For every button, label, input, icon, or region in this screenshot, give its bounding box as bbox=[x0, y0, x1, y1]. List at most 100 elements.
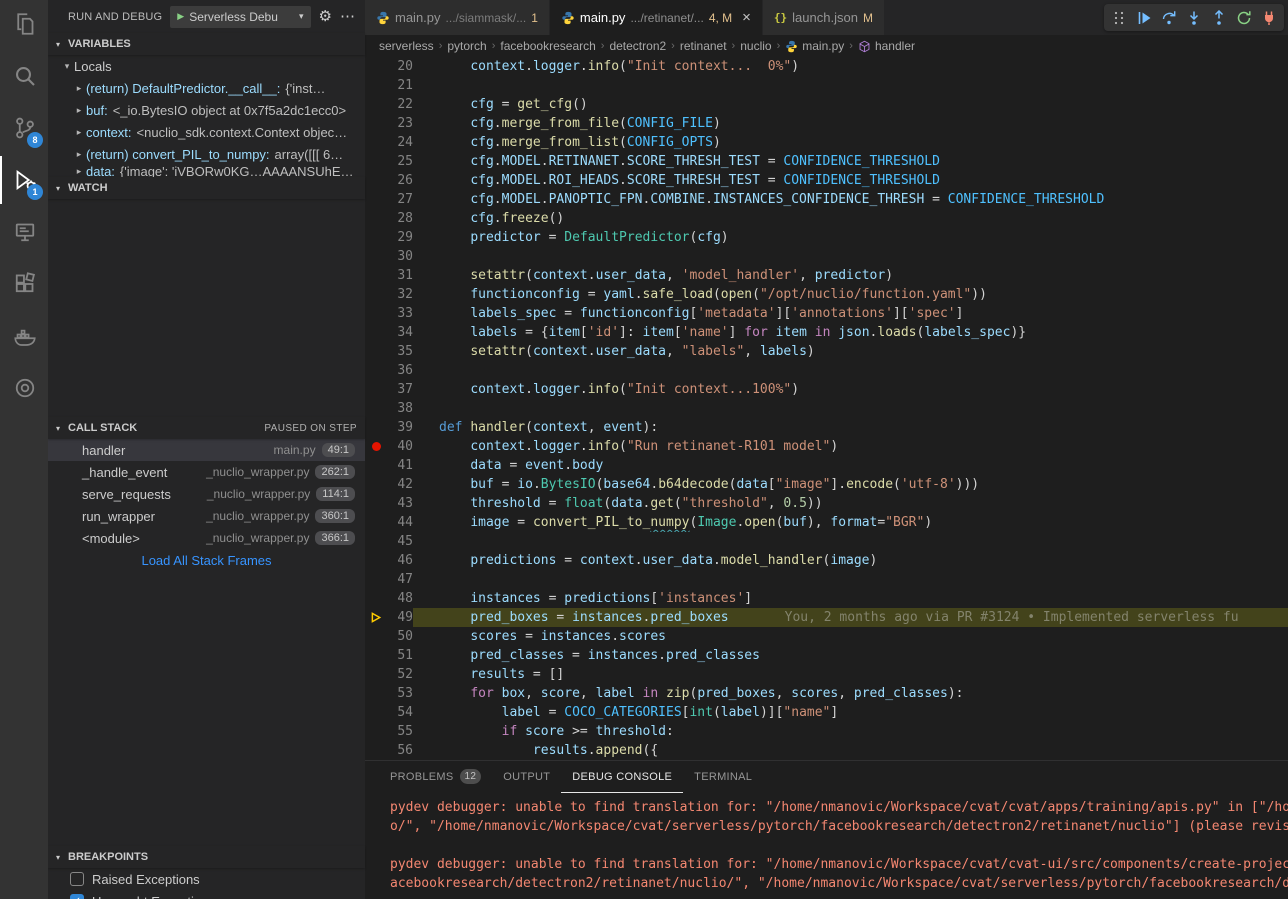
frame-position-badge: 49:1 bbox=[322, 443, 355, 457]
gear-icon[interactable]: ⚙ bbox=[319, 9, 332, 24]
code-line[interactable]: 21 bbox=[365, 76, 1288, 95]
breadcrumb-item[interactable]: pytorch bbox=[447, 39, 486, 53]
current-line-arrow-icon[interactable] bbox=[365, 608, 387, 627]
explorer-icon[interactable] bbox=[0, 0, 48, 48]
code-line[interactable]: 22 cfg = get_cfg() bbox=[365, 95, 1288, 114]
docker-icon[interactable] bbox=[0, 312, 48, 360]
code-line[interactable]: 49 pred_boxes = instances.pred_boxesYou,… bbox=[365, 608, 1288, 627]
code-line[interactable]: 40 context.logger.info("Run retinanet-R1… bbox=[365, 437, 1288, 456]
line-number: 28 bbox=[387, 209, 413, 228]
checkbox[interactable]: ✓ bbox=[70, 894, 84, 899]
panel-tab-problems[interactable]: PROBLEMS12 bbox=[379, 761, 492, 793]
extension-circle-icon[interactable] bbox=[0, 364, 48, 412]
code-line[interactable]: 45 bbox=[365, 532, 1288, 551]
breakpoint-indicator[interactable] bbox=[365, 437, 387, 456]
editor-tab[interactable]: {}launch.jsonM bbox=[763, 0, 885, 35]
breakpoint-row[interactable]: Raised Exceptions bbox=[48, 868, 365, 890]
callstack-frame[interactable]: <module>_nuclio_wrapper.py366:1 bbox=[48, 527, 365, 549]
line-number: 26 bbox=[387, 171, 413, 190]
code-line[interactable]: 31 setattr(context.user_data, 'model_han… bbox=[365, 266, 1288, 285]
code-line[interactable]: 50 scores = instances.scores bbox=[365, 627, 1288, 646]
disconnect-icon[interactable] bbox=[1258, 7, 1280, 29]
code-line[interactable]: 39def handler(context, event): bbox=[365, 418, 1288, 437]
breadcrumb-item[interactable]: handler bbox=[858, 39, 915, 53]
variables-scope-locals[interactable]: ▾ Locals bbox=[48, 55, 365, 77]
code-line[interactable]: 46 predictions = context.user_data.model… bbox=[365, 551, 1288, 570]
extensions-icon[interactable] bbox=[0, 260, 48, 308]
more-actions-icon[interactable]: ⋯ bbox=[340, 9, 355, 24]
code-line[interactable]: 41 data = event.body bbox=[365, 456, 1288, 475]
breadcrumb-item[interactable]: retinanet bbox=[680, 39, 727, 53]
code-line[interactable]: 27 cfg.MODEL.PANOPTIC_FPN.COMBINE.INSTAN… bbox=[365, 190, 1288, 209]
panel-tab-output[interactable]: OUTPUT bbox=[492, 761, 561, 793]
callstack-section-header[interactable]: ▾ CALL STACK PAUSED ON STEP bbox=[48, 417, 365, 439]
checkbox[interactable] bbox=[70, 872, 84, 886]
code-line[interactable]: 32 functionconfig = yaml.safe_load(open(… bbox=[365, 285, 1288, 304]
code-line[interactable]: 55 if score >= threshold: bbox=[365, 722, 1288, 741]
code-line[interactable]: 33 labels_spec = functionconfig['metadat… bbox=[365, 304, 1288, 323]
code-line[interactable]: 53 for box, score, label in zip(pred_box… bbox=[365, 684, 1288, 703]
variable-row[interactable]: ▸buf:<_io.BytesIO object at 0x7f5a2dc1ec… bbox=[48, 99, 365, 121]
code-line[interactable]: 28 cfg.freeze() bbox=[365, 209, 1288, 228]
code-line[interactable]: 52 results = [] bbox=[365, 665, 1288, 684]
panel-tab-debug-console[interactable]: DEBUG CONSOLE bbox=[561, 761, 683, 793]
breadcrumb-item[interactable]: main.py bbox=[785, 39, 844, 53]
step-out-icon[interactable] bbox=[1208, 7, 1230, 29]
code-line[interactable]: 20 context.logger.info("Init context... … bbox=[365, 57, 1288, 76]
code-line[interactable]: 42 buf = io.BytesIO(base64.b64decode(dat… bbox=[365, 475, 1288, 494]
step-into-icon[interactable] bbox=[1183, 7, 1205, 29]
close-icon[interactable]: × bbox=[742, 10, 751, 25]
callstack-frame[interactable]: _handle_event_nuclio_wrapper.py262:1 bbox=[48, 461, 365, 483]
start-debugging-icon[interactable]: ▶ bbox=[177, 12, 184, 21]
code-line[interactable]: 35 setattr(context.user_data, "labels", … bbox=[365, 342, 1288, 361]
code-line[interactable]: 54 label = COCO_CATEGORIES[int(label)]["… bbox=[365, 703, 1288, 722]
code-line[interactable]: 26 cfg.MODEL.ROI_HEADS.SCORE_THRESH_TEST… bbox=[365, 171, 1288, 190]
breadcrumb-item[interactable]: serverless bbox=[379, 39, 434, 53]
callstack-frame[interactable]: handlermain.py49:1 bbox=[48, 439, 365, 461]
line-number: 21 bbox=[387, 76, 413, 95]
code-area[interactable]: 20 context.logger.info("Init context... … bbox=[365, 57, 1288, 760]
variables-section-header[interactable]: ▾ VARIABLES bbox=[48, 33, 365, 55]
breakpoint-row[interactable]: ✓Uncaught Exceptions bbox=[48, 890, 365, 899]
code-line[interactable]: 56 results.append({ bbox=[365, 741, 1288, 760]
run-and-debug-icon[interactable]: 1 bbox=[0, 156, 48, 204]
code-line[interactable]: 30 bbox=[365, 247, 1288, 266]
variable-row[interactable]: ▸context:<nuclio_sdk.context.Context obj… bbox=[48, 121, 365, 143]
watch-section-header[interactable]: ▾ WATCH bbox=[48, 177, 365, 199]
code-line[interactable]: 23 cfg.merge_from_file(CONFIG_FILE) bbox=[365, 114, 1288, 133]
code-line[interactable]: 36 bbox=[365, 361, 1288, 380]
editor-tab[interactable]: main.py.../retinanet/...4, M× bbox=[550, 0, 763, 35]
debug-console-output[interactable]: pydev debugger: unable to find translati… bbox=[365, 793, 1288, 893]
code-line[interactable]: 34 labels = {item['id']: item['name'] fo… bbox=[365, 323, 1288, 342]
variable-row[interactable]: ▸data:{'image': 'iVBORw0KG…AAAANSUhE… bbox=[48, 165, 365, 177]
code-line[interactable]: 51 pred_classes = instances.pred_classes bbox=[365, 646, 1288, 665]
callstack-frame[interactable]: serve_requests_nuclio_wrapper.py114:1 bbox=[48, 483, 365, 505]
code-line[interactable]: 29 predictor = DefaultPredictor(cfg) bbox=[365, 228, 1288, 247]
code-line[interactable]: 47 bbox=[365, 570, 1288, 589]
code-line[interactable]: 38 bbox=[365, 399, 1288, 418]
breadcrumb-item[interactable]: detectron2 bbox=[609, 39, 666, 53]
code-line[interactable]: 25 cfg.MODEL.RETINANET.SCORE_THRESH_TEST… bbox=[365, 152, 1288, 171]
breakpoints-section-header[interactable]: ▾ BREAKPOINTS bbox=[48, 846, 365, 868]
gutter-glyph bbox=[365, 456, 387, 475]
code-line[interactable]: 48 instances = predictions['instances'] bbox=[365, 589, 1288, 608]
step-over-icon[interactable] bbox=[1158, 7, 1180, 29]
panel-tab-terminal[interactable]: TERMINAL bbox=[683, 761, 763, 793]
code-line[interactable]: 37 context.logger.info("Init context...1… bbox=[365, 380, 1288, 399]
variable-row[interactable]: ▸(return) convert_PIL_to_numpy:array([[[… bbox=[48, 143, 365, 165]
remote-explorer-icon[interactable] bbox=[0, 208, 48, 256]
load-all-stack-frames-link[interactable]: Load All Stack Frames bbox=[48, 549, 365, 571]
variable-row[interactable]: ▸(return) DefaultPredictor.__call__:{'in… bbox=[48, 77, 365, 99]
code-line[interactable]: 44 image = convert_PIL_to_numpy(Image.op… bbox=[365, 513, 1288, 532]
source-control-icon[interactable]: 8 bbox=[0, 104, 48, 152]
continue-icon[interactable] bbox=[1133, 7, 1155, 29]
breadcrumb-item[interactable]: nuclio bbox=[740, 39, 771, 53]
search-icon[interactable] bbox=[0, 52, 48, 100]
restart-icon[interactable] bbox=[1233, 7, 1255, 29]
code-line[interactable]: 43 threshold = float(data.get("threshold… bbox=[365, 494, 1288, 513]
editor-tab[interactable]: main.py.../siammask/...1 bbox=[365, 0, 550, 35]
code-line[interactable]: 24 cfg.merge_from_list(CONFIG_OPTS) bbox=[365, 133, 1288, 152]
launch-config-dropdown[interactable]: ▶ Serverless Debu ▾ bbox=[170, 6, 310, 28]
callstack-frame[interactable]: run_wrapper_nuclio_wrapper.py360:1 bbox=[48, 505, 365, 527]
breadcrumb-item[interactable]: facebookresearch bbox=[500, 39, 595, 53]
